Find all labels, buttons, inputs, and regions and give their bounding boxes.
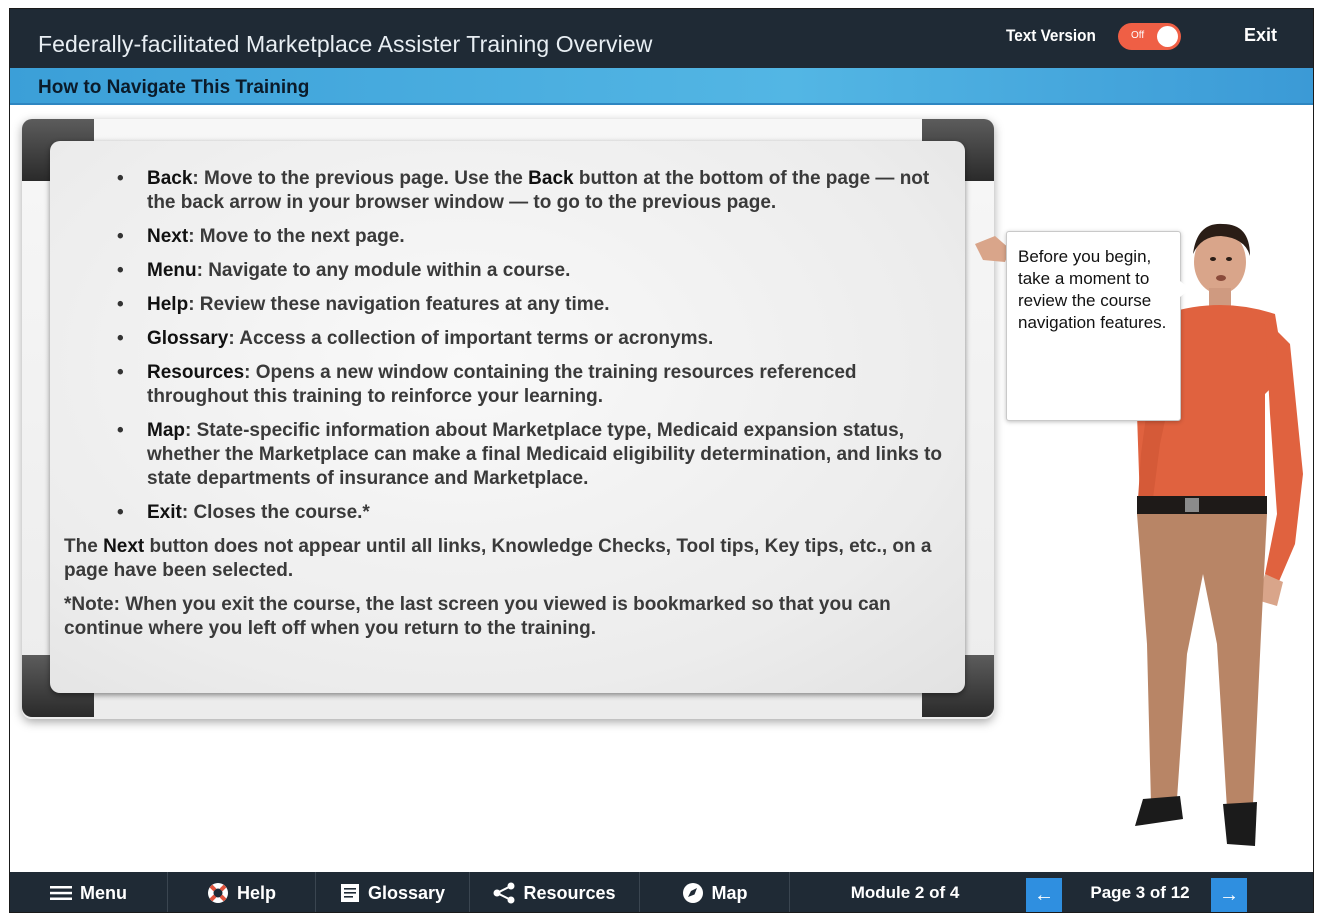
feature-term: Menu [147, 260, 197, 281]
menu-button[interactable]: Menu [10, 872, 168, 912]
share-icon [493, 882, 515, 904]
feature-term: Next [147, 226, 189, 247]
speech-bubble-tail [1180, 281, 1190, 297]
toggle-state-label: Off [1131, 30, 1145, 41]
feature-term: Exit [147, 502, 182, 523]
arrow-right-icon: → [1219, 883, 1239, 906]
arrow-left-icon: ← [1034, 883, 1054, 906]
bottom-nav-bar: Menu Help Glossary Resources Map Module … [10, 872, 1313, 912]
list-item: Map: State-specific information about Ma… [117, 419, 954, 491]
glossary-label: Glossary [367, 882, 446, 903]
book-icon [340, 883, 360, 903]
course-player: Federally-facilitated Marketplace Assist… [9, 8, 1314, 913]
top-bar: Federally-facilitated Marketplace Assist… [10, 9, 1313, 68]
feature-term: Help [147, 294, 189, 315]
speech-bubble: Before you begin, take a moment to revie… [1006, 231, 1181, 421]
feature-list: Back: Move to the previous page. Use the… [64, 167, 954, 525]
text-version-label: Text Version [1006, 26, 1096, 45]
feature-term: Glossary [147, 328, 229, 349]
feature-term: Resources [147, 362, 245, 383]
map-button[interactable]: Map [640, 872, 790, 912]
resources-button[interactable]: Resources [470, 872, 640, 912]
next-button[interactable]: → [1211, 878, 1247, 912]
menu-label: Menu [80, 882, 127, 903]
menu-icon [50, 885, 72, 901]
list-item: Back: Move to the previous page. Use the… [117, 167, 954, 215]
help-button[interactable]: Help [168, 872, 316, 912]
help-label: Help [236, 882, 276, 903]
toggle-knob [1157, 26, 1178, 47]
app-title: Federally-facilitated Marketplace Assist… [38, 31, 653, 57]
exit-button[interactable]: Exit [1244, 25, 1277, 46]
module-indicator: Module 2 of 4 [850, 883, 960, 902]
bookmark-note: *Note: When you exit the course, the las… [64, 594, 891, 639]
map-label: Map [711, 882, 748, 903]
list-item: Next: Move to the next page. [117, 225, 954, 249]
glossary-button[interactable]: Glossary [316, 872, 470, 912]
compass-icon [682, 882, 704, 904]
list-item: Menu: Navigate to any module within a co… [117, 259, 954, 283]
resources-label: Resources [523, 882, 616, 903]
list-item: Help: Review these navigation features a… [117, 293, 954, 317]
page-indicator: Page 3 of 12 [1090, 883, 1190, 902]
navigation-instructions: Back: Move to the previous page. Use the… [64, 167, 954, 651]
page-title: How to Navigate This Training [38, 77, 310, 98]
list-item: Glossary: Access a collection of importa… [117, 327, 954, 351]
feature-term: Map [147, 420, 185, 441]
page-title-bar: How to Navigate This Training [10, 68, 1313, 105]
lifebuoy-icon [207, 882, 229, 904]
next-button-note: The Next button does not appear until al… [64, 536, 932, 581]
list-item: Resources: Opens a new window containing… [117, 361, 954, 409]
feature-term: Back [147, 168, 193, 189]
back-button[interactable]: ← [1026, 878, 1062, 912]
text-version-toggle[interactable]: Off [1118, 23, 1181, 50]
list-item: Exit: Closes the course.* [117, 501, 954, 525]
